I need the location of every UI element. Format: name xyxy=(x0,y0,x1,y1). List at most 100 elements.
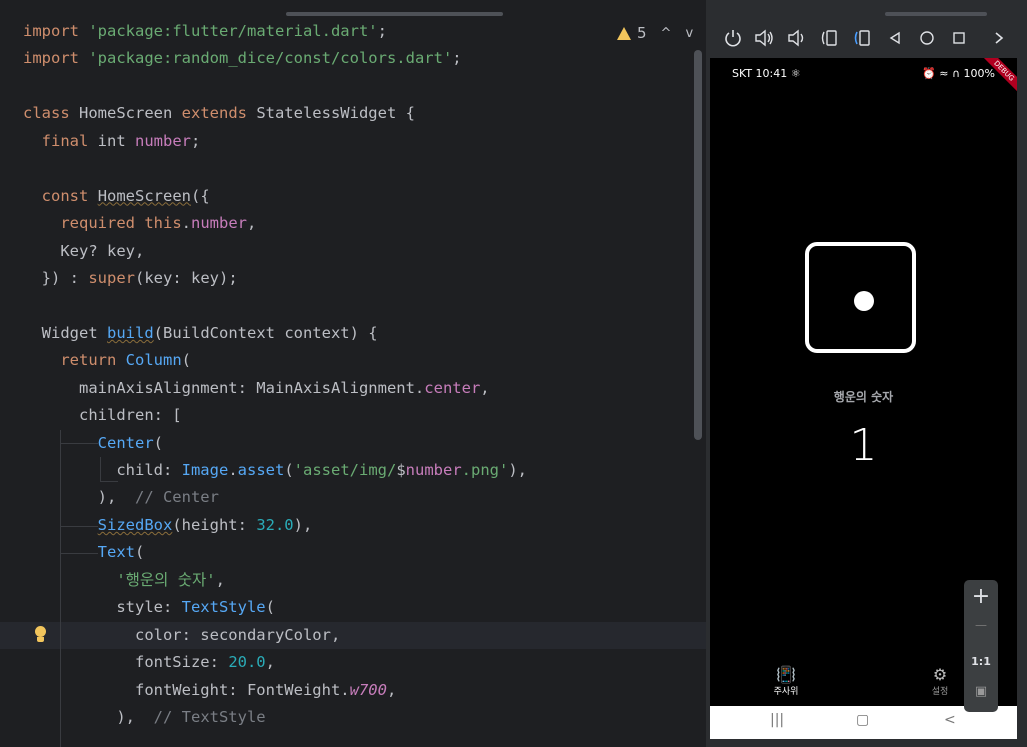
code-token: . xyxy=(228,461,238,479)
code-token: (BuildContext context) { xyxy=(153,323,378,342)
recents-icon[interactable]: ||| xyxy=(770,712,784,728)
lucky-number-label: 행운의 숫자 xyxy=(833,390,894,404)
code-line[interactable]: class HomeScreen extends StatelessWidget… xyxy=(23,100,527,127)
code-token: '행운의 숫자' xyxy=(116,570,216,589)
code-line[interactable]: children: [ xyxy=(23,402,527,429)
code-line[interactable]: required this.number, xyxy=(23,210,527,237)
fit-screen-icon[interactable]: ▣ xyxy=(964,684,998,699)
chevron-up-icon[interactable]: ^ xyxy=(661,26,672,41)
zoom-in-button[interactable]: + xyxy=(964,584,998,609)
code-token: // Center xyxy=(134,488,219,507)
code-line[interactable] xyxy=(23,73,527,100)
code-line[interactable]: style: TextStyle( xyxy=(23,594,527,621)
back-button-icon[interactable]: < xyxy=(944,712,956,728)
nav-item-settings[interactable]: ⚙ 설정 xyxy=(910,665,970,698)
code-line[interactable]: Text( xyxy=(23,539,527,566)
code-token: required xyxy=(60,214,135,233)
overview-icon[interactable] xyxy=(948,27,970,49)
code-token: 20.0 xyxy=(228,653,266,672)
battery-level: 100% xyxy=(963,67,995,80)
code-token: 'package:flutter/material.dart' xyxy=(88,22,378,40)
code-line[interactable]: import 'package:flutter/material.dart'; xyxy=(23,18,527,45)
code-line[interactable]: import 'package:random_dice/const/colors… xyxy=(23,45,527,72)
code-token: .png' xyxy=(461,461,509,479)
inspection-widget[interactable]: 5 ^ v xyxy=(617,24,693,42)
alarm-icon: ⏰ xyxy=(922,67,936,80)
code-token: , xyxy=(247,214,257,233)
code-line[interactable]: mainAxisAlignment: MainAxisAlignment.cen… xyxy=(23,375,527,402)
zoom-one-to-one-button[interactable]: 1:1 xyxy=(964,655,998,668)
code-token: ; xyxy=(191,131,201,150)
code-line[interactable]: return Column( xyxy=(23,347,527,374)
code-line[interactable]: fontWeight: FontWeight.w700, xyxy=(23,677,527,704)
code-token: ), xyxy=(23,707,154,726)
code-token: class xyxy=(23,104,70,123)
code-token: asset xyxy=(237,461,285,479)
code-token: build xyxy=(107,323,154,342)
editor-horizontal-scrollbar[interactable] xyxy=(286,12,503,16)
rotate-left-icon[interactable] xyxy=(818,27,840,49)
code-line[interactable]: ), // TextStyle xyxy=(23,704,527,731)
lightbulb-icon[interactable] xyxy=(34,626,46,644)
code-line[interactable]: ), // Center xyxy=(23,484,527,511)
back-icon[interactable] xyxy=(884,27,906,49)
nav-item-dice[interactable]: 📳 주사위 xyxy=(756,666,816,698)
code-token: const xyxy=(41,186,89,205)
code-line[interactable]: const HomeScreen({ xyxy=(23,183,527,210)
code-line[interactable]: Key? key, xyxy=(23,238,527,265)
gear-icon: ⚙ xyxy=(932,665,948,684)
code-token: child: xyxy=(23,461,182,479)
editor-vertical-scrollbar[interactable] xyxy=(694,50,702,440)
code-token: number xyxy=(135,131,192,150)
code-text[interactable]: import 'package:flutter/material.dart'; i… xyxy=(23,18,527,731)
code-line[interactable]: SizedBox(height: 32.0), xyxy=(23,512,527,539)
volume-down-icon[interactable] xyxy=(785,27,807,49)
volume-up-icon[interactable] xyxy=(753,27,775,49)
code-line[interactable]: child: Image.asset('asset/img/$number.pn… xyxy=(23,457,527,484)
code-token: color: secondaryColor, xyxy=(23,625,341,644)
rotate-right-icon[interactable] xyxy=(851,27,873,49)
code-token: 32.0 xyxy=(256,515,294,534)
code-editor[interactable]: 5 ^ v import 'package:flutter/material.d… xyxy=(0,0,706,747)
code-line[interactable]: Widget build(BuildContext context) { xyxy=(23,320,527,347)
emulator-scrollbar[interactable] xyxy=(885,12,987,16)
code-token: 'asset/img/ xyxy=(293,461,397,479)
code-line[interactable] xyxy=(23,155,527,182)
code-token: HomeScreen xyxy=(69,104,182,123)
code-token: (key: key); xyxy=(135,268,238,287)
code-token: ( xyxy=(265,598,275,617)
code-line[interactable]: color: secondaryColor, xyxy=(23,622,527,649)
code-token: StatelessWidget { xyxy=(246,104,415,123)
code-token: ), xyxy=(293,515,313,534)
code-token: extends xyxy=(181,104,247,123)
code-line[interactable]: final int number; xyxy=(23,128,527,155)
code-token: int xyxy=(88,131,136,150)
power-icon[interactable] xyxy=(722,27,744,49)
home-icon[interactable] xyxy=(916,27,938,49)
code-line[interactable] xyxy=(23,292,527,319)
code-line[interactable]: }) : super(key: key); xyxy=(23,265,527,292)
chevron-down-icon[interactable]: v xyxy=(685,26,693,41)
code-token: , xyxy=(480,378,490,397)
more-icon[interactable] xyxy=(988,27,1010,49)
code-line[interactable]: '행운의 숫자', xyxy=(23,567,527,594)
signal-icon: ∩ xyxy=(951,67,961,80)
warning-triangle-icon xyxy=(617,26,631,40)
wifi-icon: ≈ xyxy=(939,67,949,80)
code-line[interactable]: Center( xyxy=(23,430,527,457)
zoom-out-button[interactable]: — xyxy=(964,618,998,632)
code-token: , xyxy=(386,680,397,699)
code-line[interactable]: fontSize: 20.0, xyxy=(23,649,527,676)
warning-count: 5 xyxy=(637,24,647,42)
home-button-icon[interactable]: ▢ xyxy=(856,712,869,728)
code-token: return xyxy=(60,351,117,370)
lucky-number-value: 1 xyxy=(849,420,878,471)
